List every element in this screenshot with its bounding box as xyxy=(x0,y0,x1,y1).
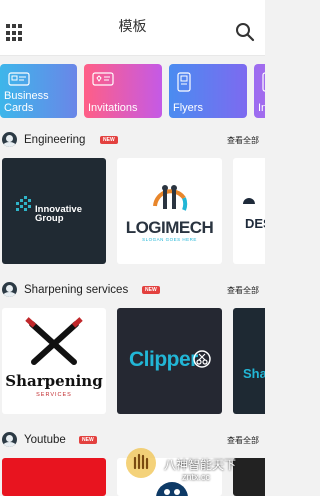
template-card[interactable]: Innovative Group xyxy=(2,158,106,264)
crossed-machetes-logo xyxy=(25,317,83,365)
new-badge: NEW xyxy=(100,136,118,144)
id-card-icon xyxy=(8,72,30,86)
template-card[interactable]: DES xyxy=(233,158,265,264)
template-card[interactable]: Clipper xyxy=(117,308,222,414)
invitation-card-icon xyxy=(92,72,114,86)
new-badge: NEW xyxy=(79,436,97,444)
page-title: 模板 xyxy=(118,17,147,34)
see-all-link[interactable]: 查看全部 xyxy=(227,285,259,296)
watermark-url: zntx.cc xyxy=(182,472,211,482)
template-card[interactable]: Sharpening SERVICES xyxy=(2,308,106,414)
card-logo-text: LOGIMECH xyxy=(125,218,214,237)
category-label: Invitations xyxy=(88,102,138,114)
avatar xyxy=(2,282,17,297)
category-label: Business Cards xyxy=(4,90,49,114)
watermark-text: 八神智能天下 xyxy=(164,458,237,472)
section-title: Youtube xyxy=(24,434,66,446)
card-logo-text: Innovative Group xyxy=(35,204,82,224)
section-header-engineering: Engineering NEW 查看全部 xyxy=(0,130,265,152)
template-card[interactable]: LOGIMECH SLOGAN GOES HERE xyxy=(117,158,222,264)
section-title: Engineering xyxy=(24,134,86,146)
card-logo-text: Sha xyxy=(243,366,265,381)
category-label: Flyers xyxy=(173,102,203,114)
grid-menu-icon[interactable] xyxy=(6,24,24,42)
see-all-link[interactable]: 查看全部 xyxy=(227,435,259,446)
category-flyers[interactable]: Flyers xyxy=(169,64,247,118)
avatar xyxy=(2,132,17,147)
card-logo-text: DES xyxy=(245,216,265,231)
template-card[interactable] xyxy=(2,458,106,496)
top-bar: 模板 xyxy=(0,0,265,56)
watermark: 八神智能天下 zntx.cc xyxy=(124,446,265,496)
scissors-icon xyxy=(193,350,211,368)
card-icon xyxy=(262,72,265,92)
template-row-sharpening: Sharpening SERVICES Clipper Sha xyxy=(0,308,265,414)
avatar xyxy=(2,432,17,447)
flyer-icon xyxy=(177,72,191,92)
section-title: Sharpening services xyxy=(24,284,129,296)
category-partial[interactable]: In xyxy=(254,64,265,118)
template-card[interactable]: Sha xyxy=(233,308,265,414)
category-invitations[interactable]: Invitations xyxy=(84,64,162,118)
see-all-link[interactable]: 查看全部 xyxy=(227,135,259,146)
category-business-cards[interactable]: Business Cards xyxy=(0,64,77,118)
category-strip: Business Cards Invitations Flyers In xyxy=(0,64,265,118)
card-logo-text: Sharpening xyxy=(5,372,103,390)
section-header-sharpening: Sharpening services NEW 查看全部 xyxy=(0,280,265,302)
logimech-logo xyxy=(153,185,188,211)
category-label: In xyxy=(258,102,265,114)
card-sub-text: SERVICES xyxy=(36,392,72,398)
card-logo-text: Clipper xyxy=(129,348,198,371)
logo-shape xyxy=(243,198,255,204)
new-badge: NEW xyxy=(142,286,160,294)
search-icon[interactable] xyxy=(235,22,255,42)
card-slogan-text: SLOGAN GOES HERE xyxy=(142,237,197,242)
template-row-engineering: Innovative Group LOGIMECH SLOGAN GOES HE… xyxy=(0,158,265,264)
hand-logo-icon xyxy=(126,448,156,478)
